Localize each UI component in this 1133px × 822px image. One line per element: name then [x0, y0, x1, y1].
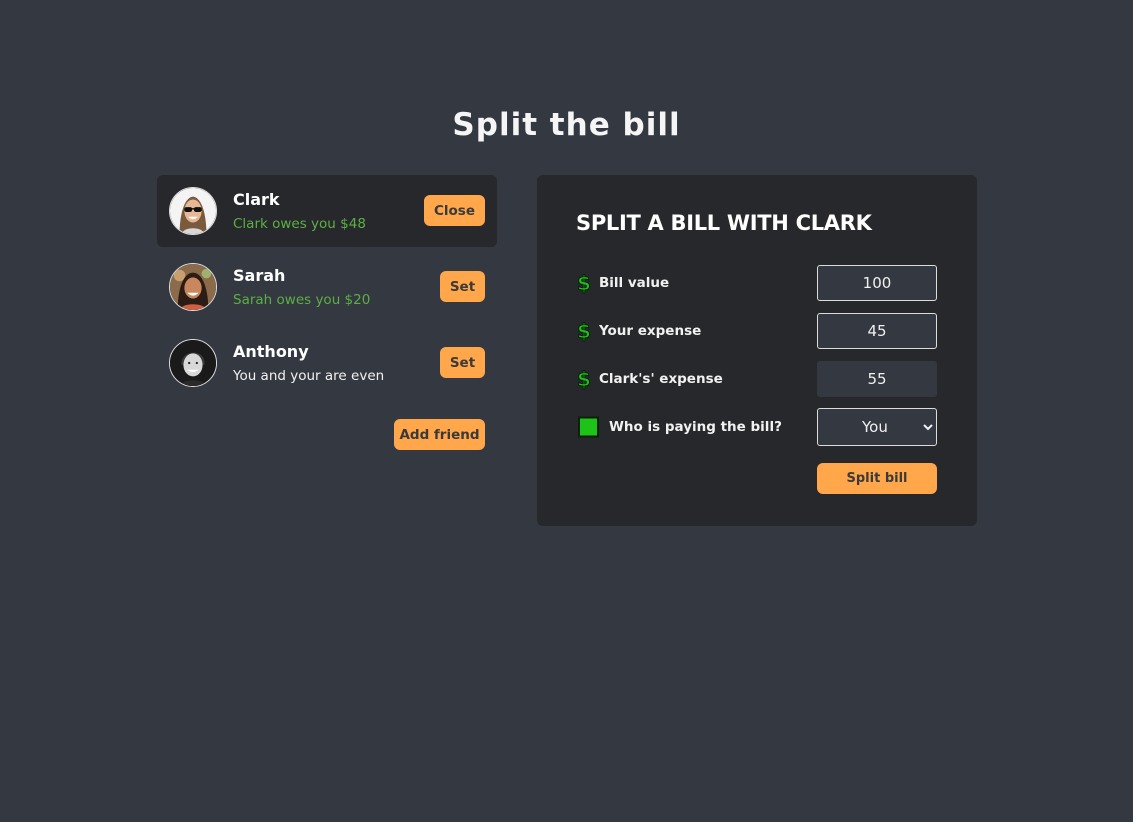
dollar-icon: $ — [577, 368, 592, 390]
close-button[interactable]: Close — [424, 195, 485, 226]
svg-text:$: $ — [577, 272, 591, 294]
payer-label: Who is paying the bill? — [609, 419, 782, 435]
payer-select[interactable]: You — [817, 408, 937, 446]
friend-expense-label: Clark's' expense — [599, 371, 723, 387]
split-bill-form: SPLIT A BILL WITH CLARK $ Bill value $ Y… — [537, 175, 977, 526]
avatar — [169, 263, 217, 311]
friend-item-clark[interactable]: Clark Clark owes you $48 Close — [157, 175, 497, 247]
clark-avatar-image — [170, 188, 216, 234]
friend-item-anthony[interactable]: Anthony You and your are even Set — [157, 327, 497, 399]
friend-item-sarah[interactable]: Sarah Sarah owes you $20 Set — [157, 251, 497, 323]
svg-text:$: $ — [577, 320, 591, 342]
friend-balance-status: You and your are even — [233, 368, 385, 384]
svg-text:$: $ — [577, 368, 591, 390]
set-button[interactable]: Set — [440, 347, 485, 378]
friend-name: Clark — [233, 190, 280, 209]
friend-name: Anthony — [233, 342, 309, 361]
bill-value-row: $ Bill value — [576, 265, 937, 301]
friend-balance-status: Clark owes you $48 — [233, 216, 366, 232]
your-expense-input[interactable] — [817, 313, 937, 349]
avatar — [169, 187, 217, 235]
bill-value-input[interactable] — [817, 265, 937, 301]
friend-expense-field — [817, 361, 937, 397]
add-friend-button[interactable]: Add friend — [394, 419, 485, 450]
page-title: Split the bill — [452, 107, 681, 143]
your-expense-label: Your expense — [599, 323, 702, 339]
sarah-avatar-image — [170, 264, 216, 310]
your-expense-row: $ Your expense — [576, 313, 937, 349]
form-title: SPLIT A BILL WITH CLARK — [576, 211, 872, 235]
set-button[interactable]: Set — [440, 271, 485, 302]
avatar — [169, 339, 217, 387]
friend-expense-row: $ Clark's' expense — [576, 361, 937, 397]
payer-row: Who is paying the bill? You — [576, 408, 937, 446]
bill-value-label: Bill value — [599, 275, 670, 291]
anthony-avatar-image — [170, 340, 216, 386]
friends-list: Clark Clark owes you $48 Close Sarah Sar… — [157, 175, 497, 450]
split-bill-button[interactable]: Split bill — [817, 463, 937, 494]
green-square-icon — [578, 416, 599, 438]
dollar-icon: $ — [577, 272, 592, 294]
friend-name: Sarah — [233, 266, 286, 285]
dollar-icon: $ — [577, 320, 592, 342]
friend-balance-status: Sarah owes you $20 — [233, 292, 371, 308]
